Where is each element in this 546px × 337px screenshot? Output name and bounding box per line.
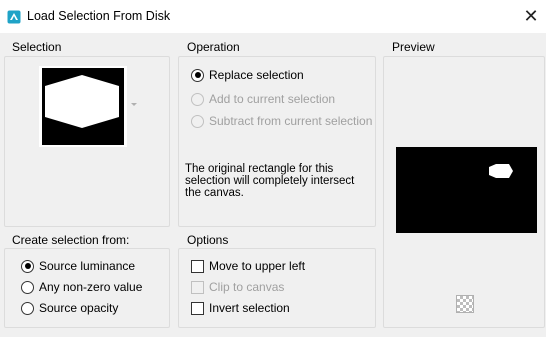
close-button[interactable]: ✕ <box>520 5 542 27</box>
selection-group-label: Selection <box>12 40 62 54</box>
radio-button[interactable] <box>191 92 204 106</box>
option-label: Invert selection <box>209 301 290 315</box>
create-selection-group-label: Create selection from: <box>12 233 130 247</box>
operation-info-text: The original rectangle for this selectio… <box>185 163 355 199</box>
operation-group-label: Operation <box>187 40 240 54</box>
window-title: Load Selection From Disk <box>27 9 171 23</box>
radio-any-non-zero-value[interactable]: Any non-zero value <box>21 279 142 295</box>
checkbox-clip-to-canvas[interactable]: Clip to canvas <box>191 279 284 295</box>
options-group-label: Options <box>187 233 229 247</box>
radio-subtract-from-current-selection[interactable]: Subtract from current selection <box>191 113 372 129</box>
option-label: Add to current selection <box>209 92 336 106</box>
close-icon: ✕ <box>523 6 539 26</box>
checkbox-invert-selection[interactable]: Invert selection <box>191 300 290 316</box>
selection-shape-icon <box>45 75 119 128</box>
radio-button[interactable] <box>21 301 34 315</box>
radio-source-luminance[interactable]: Source luminance <box>21 258 135 274</box>
preview-selection-shape <box>489 164 513 178</box>
preview-canvas <box>396 147 537 233</box>
option-label: Move to upper left <box>209 259 306 273</box>
transparency-checker-icon[interactable] <box>456 295 474 313</box>
checkbox[interactable] <box>191 301 204 315</box>
option-label: Subtract from current selection <box>209 114 373 128</box>
chevron-down-icon[interactable] <box>131 103 137 106</box>
selection-thumbnail-canvas <box>42 68 124 145</box>
preview-group-label: Preview <box>392 40 435 54</box>
checkbox[interactable] <box>191 259 204 273</box>
option-label: Replace selection <box>209 68 304 82</box>
radio-button[interactable] <box>21 280 34 294</box>
radio-button[interactable] <box>191 114 204 128</box>
option-label: Any non-zero value <box>39 280 143 294</box>
option-label: Source luminance <box>39 259 136 273</box>
radio-add-to-current-selection[interactable]: Add to current selection <box>191 91 335 107</box>
radio-button[interactable] <box>191 68 204 82</box>
checkbox[interactable] <box>191 280 204 294</box>
option-label: Clip to canvas <box>209 280 285 294</box>
radio-source-opacity[interactable]: Source opacity <box>21 300 118 316</box>
title-bar: Load Selection From Disk ✕ <box>0 0 546 33</box>
checkbox-move-to-upper-left[interactable]: Move to upper left <box>191 258 305 274</box>
radio-button[interactable] <box>21 259 34 273</box>
option-label: Source opacity <box>39 301 119 315</box>
selection-app-icon <box>7 10 21 24</box>
radio-replace-selection[interactable]: Replace selection <box>191 67 304 83</box>
